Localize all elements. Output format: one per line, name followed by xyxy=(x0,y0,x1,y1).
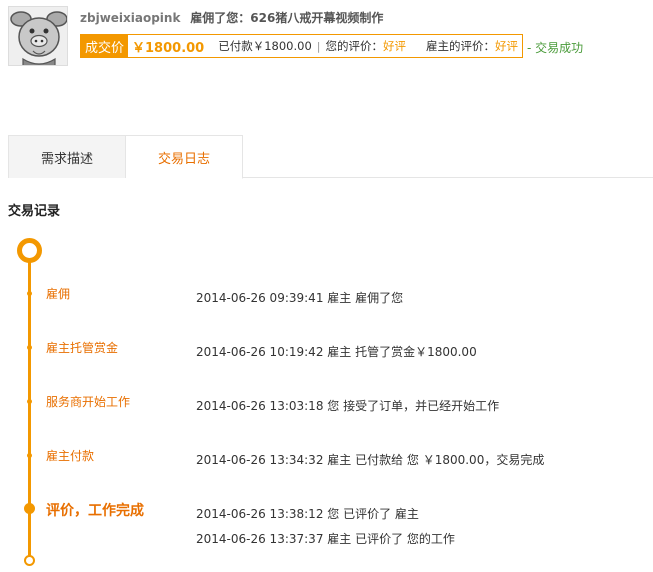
username-link[interactable]: zbjweixiaopink xyxy=(80,11,180,25)
step-label-current: 评价，工作完成 xyxy=(46,503,144,519)
step-label: 服务商开始工作 xyxy=(46,395,131,409)
deal-price-label: 成交价 xyxy=(81,35,129,57)
step-text: 2014-06-26 10:19:42 雇主 托管了赏金￥1800.00 xyxy=(196,345,477,359)
timeline-dot xyxy=(27,399,32,404)
step-label: 雇佣 xyxy=(46,287,71,301)
order-title[interactable]: 雇佣了您：626猪八戒开幕视频制作 xyxy=(190,11,383,25)
pig-avatar-icon xyxy=(9,7,67,65)
tab-bar: 需求描述 交易日志 xyxy=(8,135,653,179)
section-title: 交易记录 xyxy=(8,204,61,219)
timeline-start-circle xyxy=(17,238,42,263)
deal-price-value: ￥1800.00 xyxy=(132,40,205,56)
employer-rating: 雇主的评价：好评 xyxy=(410,38,522,54)
your-rating-value: 好评 xyxy=(383,39,407,53)
employer-rating-value: 好评 xyxy=(495,39,519,53)
deal-summary-box: 成交价 ￥1800.00 已付款￥1800.00 | 您的评价：好评 雇主的评价… xyxy=(80,34,524,58)
deal-status: - 交易成功 xyxy=(527,41,584,55)
step-label: 雇主付款 xyxy=(46,449,95,463)
your-rating-label: 您的评价： xyxy=(325,39,384,53)
timeline-dot xyxy=(27,453,32,458)
step-text: 2014-06-26 13:34:32 雇主 已付款给 您 ￥1800.00，交… xyxy=(196,453,545,467)
timeline-dot xyxy=(27,345,32,350)
header-line: zbjweixiaopink 雇佣了您：626猪八戒开幕视频制作 xyxy=(80,9,383,26)
step-label: 雇主托管赏金 xyxy=(46,341,119,355)
step-text: 2014-06-26 13:38:12 您 已评价了 雇主 xyxy=(196,507,419,521)
tab-transaction-log[interactable]: 交易日志 xyxy=(126,135,243,179)
timeline-dot-current xyxy=(24,503,35,514)
tab-requirement[interactable]: 需求描述 xyxy=(8,135,126,178)
timeline-dot xyxy=(27,291,32,296)
step-text: 2014-06-26 13:37:37 雇主 已评价了 您的工作 xyxy=(196,532,455,546)
timeline-end-circle xyxy=(24,555,35,566)
avatar[interactable] xyxy=(8,6,68,66)
your-rating: 您的评价：好评 xyxy=(322,38,411,54)
step-text: 2014-06-26 13:03:18 您 接受了订单，并已经开始工作 xyxy=(196,399,500,413)
step-text: 2014-06-26 09:39:41 雇主 雇佣了您 xyxy=(196,291,404,305)
timeline-line xyxy=(28,258,31,560)
employer-rating-label: 雇主的评价： xyxy=(426,39,496,53)
paid-amount: 已付款￥1800.00 xyxy=(218,39,312,53)
